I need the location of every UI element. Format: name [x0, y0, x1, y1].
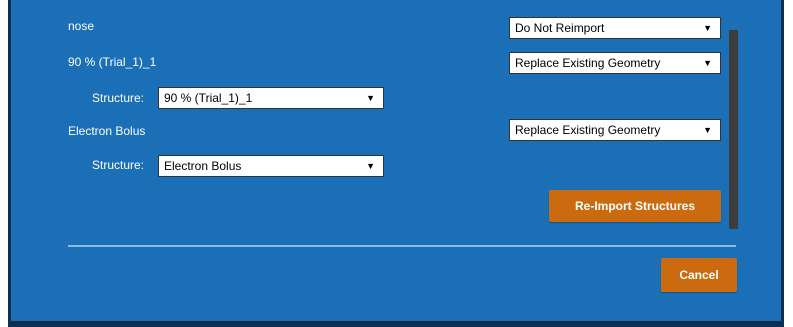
chevron-down-icon: ▼ [366, 161, 375, 171]
structure-name-electron-bolus: Electron Bolus [68, 124, 146, 138]
chevron-down-icon: ▼ [703, 125, 712, 135]
action-select-value: Replace Existing Geometry [515, 56, 661, 70]
panel-bottom-border [8, 321, 784, 327]
chevron-down-icon: ▼ [703, 23, 712, 33]
structure-select-electron-bolus[interactable]: Electron Bolus ▼ [158, 155, 384, 177]
chevron-down-icon: ▼ [366, 93, 375, 103]
action-select-value: Do Not Reimport [515, 21, 605, 35]
scrollbar[interactable] [729, 30, 738, 229]
structure-name-nose: nose [68, 19, 95, 33]
structure-label: Structure: [92, 158, 145, 172]
cancel-button[interactable]: Cancel [661, 258, 737, 292]
action-select-nose[interactable]: Do Not Reimport ▼ [509, 17, 721, 39]
structure-name-90-trial: 90 % (Trial_1)_1 [68, 55, 157, 69]
action-select-electron-bolus[interactable]: Replace Existing Geometry ▼ [509, 119, 721, 141]
chevron-down-icon: ▼ [703, 58, 712, 68]
structure-label: Structure: [92, 91, 145, 105]
structure-select-value: 90 % (Trial_1)_1 [164, 91, 253, 105]
structure-select-90-trial[interactable]: 90 % (Trial_1)_1 ▼ [158, 87, 384, 109]
reimport-structures-button[interactable]: Re-Import Structures [549, 190, 721, 222]
divider [68, 245, 736, 247]
action-select-value: Replace Existing Geometry [515, 123, 661, 137]
action-select-90-trial[interactable]: Replace Existing Geometry ▼ [509, 52, 721, 74]
structure-select-value: Electron Bolus [164, 159, 242, 173]
dialog-frame: nose Do Not Reimport ▼ 90 % (Trial_1)_1 … [0, 0, 793, 327]
